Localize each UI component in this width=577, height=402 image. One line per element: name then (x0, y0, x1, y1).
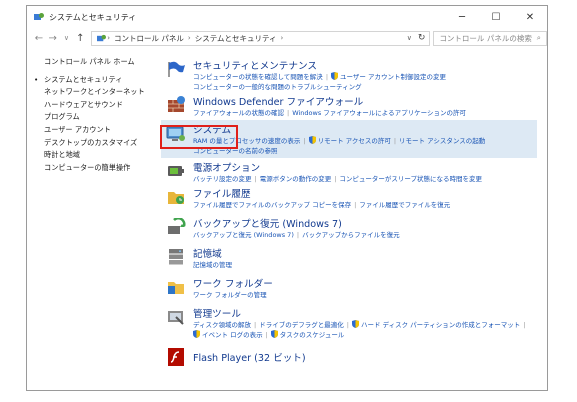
task-link[interactable]: コンピューターの状態を確認して問題を解決 (193, 73, 323, 81)
task-link[interactable]: リモート アクセスの許可 (318, 137, 391, 145)
task-link[interactable]: ユーザー アカウント制御設定の変更 (340, 73, 446, 81)
task-link[interactable]: タスクのスケジュール (280, 331, 345, 339)
address-bar[interactable]: › コントロール パネル › システムとセキュリティ › ∨ ↻ (91, 30, 431, 46)
uac-shield-icon (331, 72, 339, 80)
task-link[interactable]: ファイアウォールの状態の確認 (193, 109, 284, 117)
task-link[interactable]: ハード ディスク パーティションの作成とフォーマット (361, 321, 520, 329)
uac-shield-icon (270, 330, 278, 338)
sidebar-item-programs[interactable]: プログラム (27, 111, 155, 124)
category-security-maintenance: セキュリティとメンテナンス コンピューターの状態を確認して問題を解決 | ユーザー … (161, 58, 537, 94)
title-bar: システムとセキュリティ ─ ☐ ✕ (27, 6, 547, 28)
flag-icon (168, 61, 185, 77)
file-history-icon (168, 192, 184, 204)
category-title[interactable]: セキュリティとメンテナンス (193, 58, 537, 72)
maximize-button[interactable]: ☐ (479, 12, 513, 23)
category-title[interactable]: システム (193, 122, 537, 136)
breadcrumb-separator: › (280, 34, 284, 42)
task-link[interactable]: ワーク フォルダーの管理 (193, 291, 267, 299)
back-button[interactable]: ← (32, 33, 46, 44)
category-file-history: ファイル履歴 ファイル履歴でファイルのバックアップ コピーを保存 | ファイル履歴で… (161, 186, 537, 216)
uac-shield-icon (351, 320, 359, 328)
category-title[interactable]: バックアップと復元 (Windows 7) (193, 216, 537, 230)
highlight-annotation-box (160, 125, 238, 149)
category-title[interactable]: ワーク フォルダー (193, 276, 537, 290)
backup-restore-icon (168, 218, 186, 234)
task-link[interactable]: 電源ボタンの動作の変更 (260, 175, 332, 183)
task-link[interactable]: イベント ログの表示 (202, 331, 263, 339)
task-link[interactable]: リモート アシスタンスの起動 (399, 137, 485, 145)
breadcrumb-separator: › (187, 34, 191, 42)
task-link[interactable]: コンピューターの一般的な問題のトラブルシューティング (193, 83, 362, 91)
work-folders-icon (168, 282, 184, 294)
control-panel-window: システムとセキュリティ ─ ☐ ✕ ← → ∨ ↑ › コントロール パネル ›… (26, 5, 548, 391)
breadcrumb-control-panel[interactable]: コントロール パネル (114, 33, 184, 44)
search-icon[interactable]: ⌕ (537, 33, 541, 43)
category-backup-restore: バックアップと復元 (Windows 7) バックアップと復元 (Windows… (161, 216, 537, 246)
task-link[interactable]: ディスク領域の解放 (193, 321, 251, 329)
category-title[interactable]: 管理ツール (193, 306, 537, 320)
category-admin-tools: 管理ツール ディスク領域の解放 | ドライブのデフラグと最適化 | ハード ディスク パ… (161, 306, 537, 346)
control-panel-icon (97, 34, 107, 41)
task-link[interactable]: ファイル履歴でファイルのバックアップ コピーを保存 (193, 201, 351, 209)
sidebar-item-ease-of-access[interactable]: コンピューターの簡単操作 (27, 162, 155, 175)
task-link[interactable]: コンピューターがスリープ状態になる時間を変更 (339, 175, 482, 183)
task-link[interactable]: Windows ファイアウォールによるアプリケーションの許可 (292, 109, 466, 117)
search-placeholder: コントロール パネルの検索 (439, 33, 532, 43)
minimize-button[interactable]: ─ (445, 12, 479, 23)
task-link[interactable]: ドライブのデフラグと最適化 (259, 321, 344, 329)
task-link[interactable]: ファイル履歴でファイルを復元 (359, 201, 450, 209)
sidebar-item-clock-region[interactable]: 時計と地域 (27, 149, 155, 162)
uac-shield-icon (193, 330, 200, 338)
task-link[interactable]: 記憶域の管理 (193, 261, 232, 269)
sidebar-item-appearance[interactable]: デスクトップのカスタマイズ (27, 137, 155, 150)
sidebar-item-hardware-sound[interactable]: ハードウェアとサウンド (27, 99, 155, 112)
category-title[interactable]: Windows Defender ファイアウォール (193, 94, 537, 108)
storage-spaces-icon (169, 249, 183, 265)
sidebar-item-home[interactable]: コントロール パネル ホーム (27, 56, 155, 69)
category-storage-spaces: 記憶域 記憶域の管理 (161, 246, 537, 276)
task-link[interactable]: バックアップからファイルを復元 (302, 231, 400, 239)
window-title: システムとセキュリティ (49, 12, 137, 22)
category-work-folders: ワーク フォルダー ワーク フォルダーの管理 (161, 276, 537, 306)
category-title[interactable]: ファイル履歴 (193, 186, 537, 200)
breadcrumb-system-security[interactable]: システムとセキュリティ (195, 33, 277, 44)
uac-shield-icon (308, 136, 316, 144)
flash-player-icon (168, 348, 184, 366)
forward-button[interactable]: → (46, 33, 60, 44)
control-panel-icon (34, 13, 44, 20)
search-input[interactable]: コントロール パネルの検索 ⌕ (433, 30, 547, 46)
category-list: セキュリティとメンテナンス コンピューターの状態を確認して問題を解決 | ユーザー … (161, 58, 537, 368)
refresh-icon[interactable]: ↻ (418, 33, 426, 43)
category-flash-player: Flash Player (32 ビット) (161, 346, 537, 368)
task-link[interactable]: バックアップと復元 (Windows 7) (193, 231, 294, 239)
recent-locations-chevron-icon[interactable]: ∨ (60, 34, 74, 42)
power-options-icon (168, 166, 184, 176)
category-title[interactable]: 記憶域 (193, 246, 537, 260)
breadcrumb-separator: › (107, 34, 110, 42)
sidebar-item-network[interactable]: ネットワークとインターネット (27, 86, 155, 99)
sidebar: コントロール パネル ホーム システムとセキュリティ ネットワークとインターネッ… (27, 56, 155, 174)
category-power-options: 電源オプション バッテリ設定の変更 | 電源ボタンの動作の変更 | コンピューターがスリ… (161, 160, 537, 186)
sidebar-item-system-security[interactable]: システムとセキュリティ (27, 74, 155, 87)
up-button[interactable]: ↑ (73, 33, 87, 44)
address-toolbar: ← → ∨ ↑ › コントロール パネル › システムとセキュリティ › ∨ ↻… (27, 28, 547, 48)
category-title[interactable]: Flash Player (32 ビット) (193, 350, 537, 364)
address-dropdown-icon[interactable]: ∨ (407, 34, 412, 42)
category-title[interactable]: 電源オプション (193, 160, 537, 174)
category-firewall: Windows Defender ファイアウォール ファイアウォールの状態の確認… (161, 94, 537, 120)
firewall-icon (168, 96, 185, 112)
task-link[interactable]: バッテリ設定の変更 (193, 175, 252, 183)
close-button[interactable]: ✕ (513, 12, 547, 23)
sidebar-item-user-accounts[interactable]: ユーザー アカウント (27, 124, 155, 137)
admin-tools-icon (168, 311, 184, 325)
